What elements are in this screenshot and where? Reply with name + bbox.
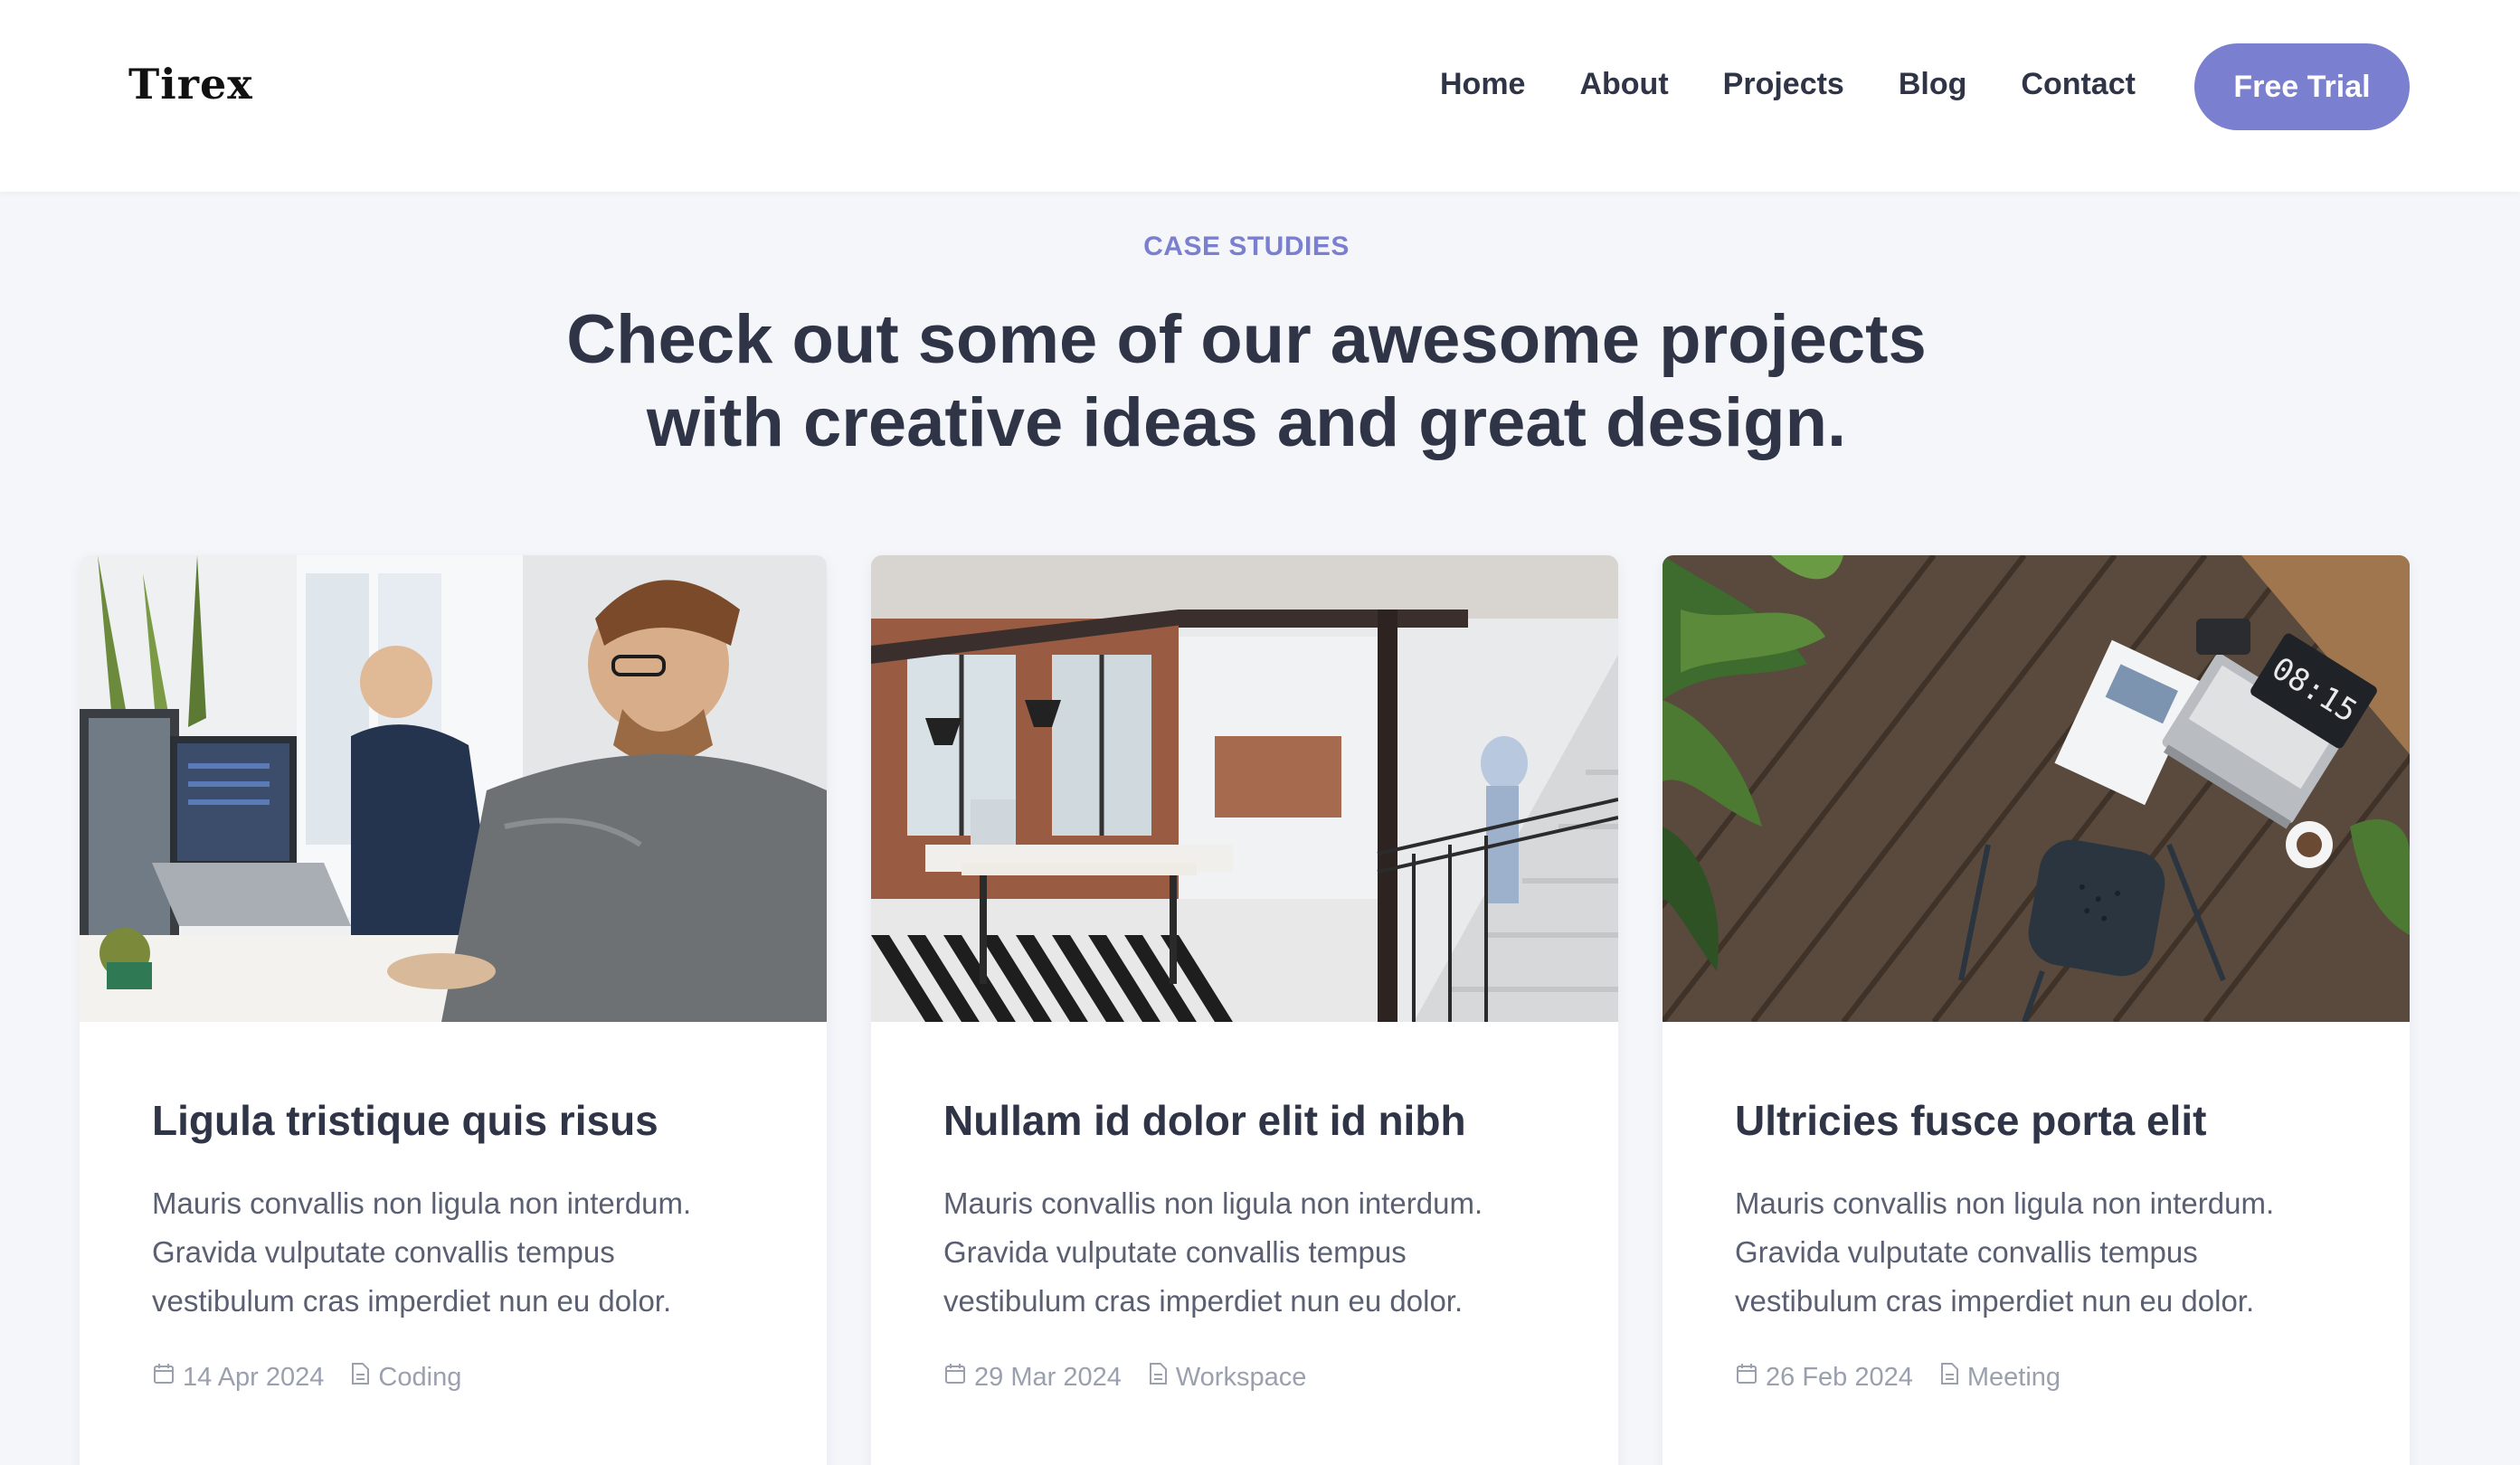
project-image-meeting[interactable]: 08:15 [1663, 555, 2410, 1022]
card-title[interactable]: Ultricies fusce porta elit [1735, 1096, 2207, 1145]
card-description-line: Gravida vulputate convallis tempus [943, 1235, 1407, 1269]
calendar-icon [943, 1362, 967, 1393]
nav-blog[interactable]: Blog [1899, 67, 1967, 102]
card-title[interactable]: Nullam id dolor elit id nibh [943, 1096, 1466, 1145]
calendar-icon [1735, 1362, 1758, 1393]
card-description-line: Mauris convallis non ligula non interdum… [1735, 1186, 2275, 1220]
card-date: 26 Feb 2024 [1766, 1362, 1913, 1392]
project-card[interactable]: 08:15 Ultricies fusce porta elit Mauris [1663, 555, 2410, 1465]
card-description-line: vestibulum cras imperdiet nun eu dolor. [1735, 1284, 2255, 1318]
calendar-icon [152, 1362, 175, 1393]
card-category[interactable]: Coding [378, 1363, 461, 1393]
card-description: Mauris convallis non ligula non interdum… [1735, 1179, 2368, 1326]
card-description-line: Mauris convallis non ligula non interdum… [152, 1186, 692, 1220]
coding-office-photo [80, 555, 827, 1022]
card-category[interactable]: Workspace [1176, 1363, 1307, 1393]
section-headline: Check out some of our awesome projects w… [0, 298, 2493, 465]
main-nav: Home About Projects Blog Contact [1440, 67, 2136, 102]
project-image-workspace[interactable] [871, 555, 1618, 1022]
document-icon [1938, 1362, 1960, 1393]
card-description-line: vestibulum cras imperdiet nun eu dolor. [152, 1284, 672, 1318]
card-description: Mauris convallis non ligula non interdum… [152, 1179, 785, 1326]
desk-topdown-photo: 08:15 [1663, 555, 2410, 1022]
card-description-line: Mauris convallis non ligula non interdum… [943, 1186, 1483, 1220]
card-category[interactable]: Meeting [1967, 1363, 2061, 1393]
nav-projects[interactable]: Projects [1723, 67, 1844, 102]
card-description-line: Gravida vulputate convallis tempus [152, 1235, 615, 1269]
card-date: 14 Apr 2024 [183, 1362, 325, 1392]
headline-line-2: with creative ideas and great design. [646, 384, 1847, 461]
card-description: Mauris convallis non ligula non interdum… [943, 1179, 1577, 1326]
card-meta: 14 Apr 2024 Coding [152, 1362, 461, 1393]
card-title[interactable]: Ligula tristique quis risus [152, 1096, 658, 1145]
document-icon [349, 1362, 371, 1393]
document-icon [1147, 1362, 1169, 1393]
free-trial-button[interactable]: Free Trial [2194, 43, 2410, 130]
project-card[interactable]: Nullam id dolor elit id nibh Mauris conv… [871, 555, 1618, 1465]
project-card[interactable]: Ligula tristique quis risus Mauris conva… [80, 555, 827, 1465]
section-eyebrow: CASE STUDIES [1143, 232, 1350, 261]
nav-home[interactable]: Home [1440, 67, 1525, 102]
logo[interactable]: Tirex [128, 60, 253, 109]
nav-about[interactable]: About [1579, 67, 1668, 102]
headline-line-1: Check out some of our awesome projects [566, 301, 1927, 378]
nav-contact[interactable]: Contact [2021, 67, 2136, 102]
card-description-line: Gravida vulputate convallis tempus [1735, 1235, 2198, 1269]
loft-office-photo [871, 555, 1618, 1022]
site-header: Tirex Home About Projects Blog Contact F… [0, 0, 2520, 192]
project-image-coding[interactable] [80, 555, 827, 1022]
card-description-line: vestibulum cras imperdiet nun eu dolor. [943, 1284, 1464, 1318]
card-meta: 29 Mar 2024 Workspace [943, 1362, 1306, 1393]
card-meta: 26 Feb 2024 Meeting [1735, 1362, 2061, 1393]
card-date: 29 Mar 2024 [974, 1362, 1122, 1392]
